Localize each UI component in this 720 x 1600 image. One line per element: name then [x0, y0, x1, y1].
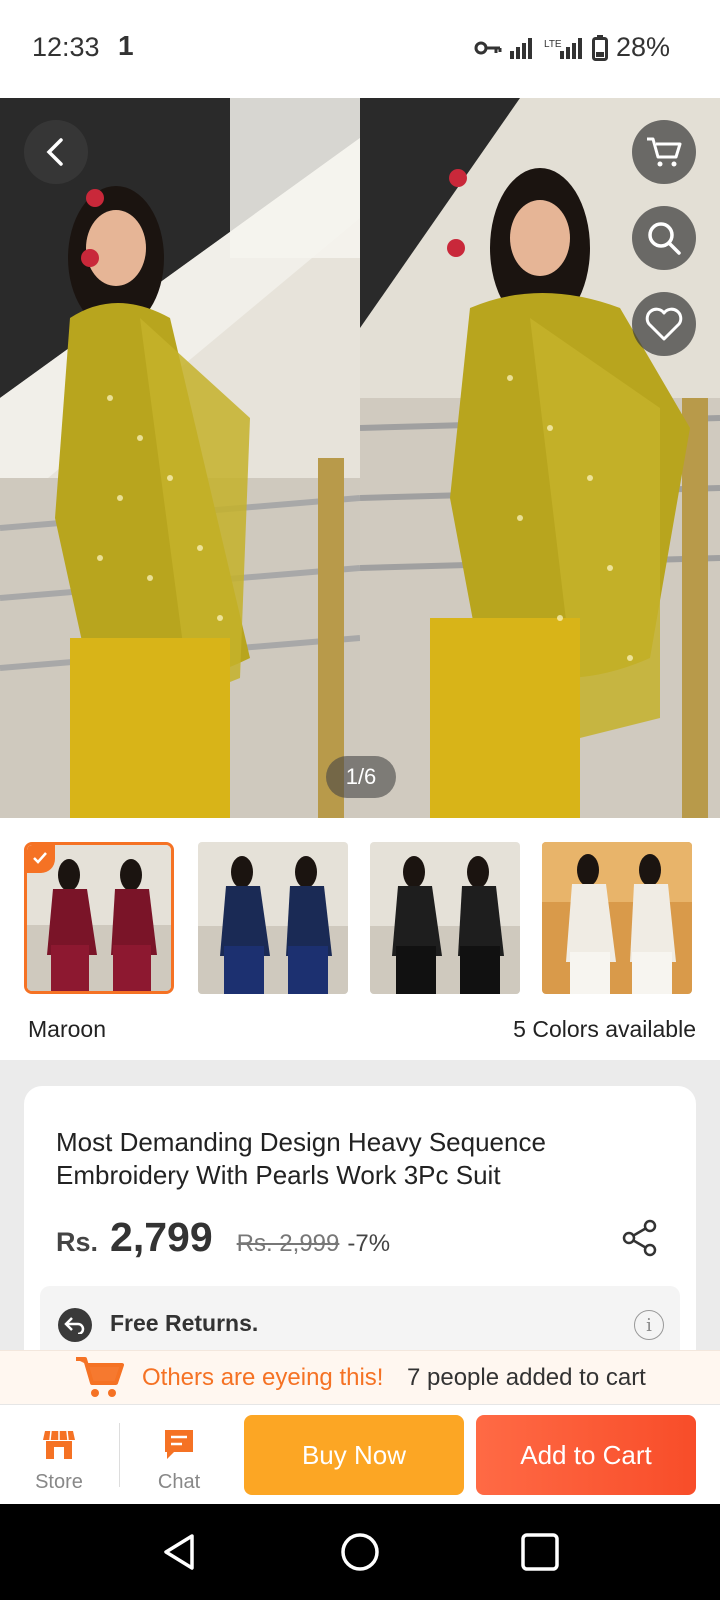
- chat-icon: [165, 1430, 193, 1459]
- status-indicator: 1: [118, 30, 134, 61]
- share-button[interactable]: [620, 1218, 660, 1258]
- wishlist-button[interactable]: [632, 292, 696, 356]
- social-proof-banner: Others are eyeing this! 7 people added t…: [0, 1350, 720, 1404]
- info-icon[interactable]: i: [634, 1310, 664, 1340]
- chat-label: Chat: [157, 1471, 201, 1493]
- lte-signal-icon: LTE: [544, 37, 582, 59]
- colors-available-link[interactable]: 5 Colors available: [513, 1016, 696, 1043]
- buy-now-button[interactable]: Buy Now: [244, 1415, 464, 1495]
- bottom-action-bar: Store Chat Buy Now Add to Cart: [0, 1404, 720, 1504]
- eyeing-count: 7 people added to cart: [407, 1364, 646, 1391]
- product-title: Most Demanding Design Heavy Sequence Emb…: [56, 1127, 546, 1190]
- original-price: Rs. 2,999: [236, 1230, 340, 1257]
- discount-badge: -7%: [347, 1230, 391, 1257]
- store-label: Store: [35, 1471, 83, 1493]
- status-time: 12:33: [32, 32, 100, 62]
- chat-button[interactable]: Chat: [120, 1405, 238, 1505]
- variant-thumb-white[interactable]: [542, 842, 692, 994]
- system-back-icon[interactable]: [158, 1530, 202, 1574]
- variant-thumb-maroon[interactable]: [24, 842, 174, 994]
- color-variants: Maroon 5 Colors available: [0, 818, 720, 1060]
- cart-button[interactable]: [632, 120, 696, 184]
- search-icon: [648, 222, 681, 255]
- price-currency: Rs.: [56, 1227, 99, 1257]
- shopping-cart-icon: [76, 1357, 124, 1397]
- back-arrow-icon: [46, 138, 63, 166]
- battery-icon: [591, 34, 608, 61]
- cart-icon: [647, 137, 682, 167]
- signal-icon: [509, 37, 532, 59]
- store-icon: [43, 1430, 75, 1459]
- price-row: Rs. 2,799 Rs. 2,999 -7%: [56, 1214, 390, 1261]
- add-to-cart-button[interactable]: Add to Cart: [476, 1415, 696, 1495]
- svg-text:LTE: LTE: [544, 39, 562, 50]
- variant-thumb-navy[interactable]: [198, 842, 348, 994]
- back-button[interactable]: [24, 120, 88, 184]
- image-counter: 1/6: [326, 756, 396, 798]
- share-icon: [622, 1219, 657, 1257]
- status-bar: 12:33 1 LTE 28%: [0, 0, 720, 98]
- heart-icon: [645, 307, 683, 341]
- product-photo-left: [0, 98, 360, 818]
- system-navigation-bar: [0, 1504, 720, 1600]
- selected-check-icon: [27, 845, 55, 873]
- product-info-card: Most Demanding Design Heavy Sequence Emb…: [24, 1086, 696, 1386]
- status-icons: LTE 28%: [474, 32, 670, 63]
- battery-percent: 28%: [615, 32, 670, 62]
- store-button[interactable]: Store: [0, 1405, 118, 1505]
- price-value: 2,799: [110, 1214, 213, 1260]
- free-returns-label: Free Returns.: [110, 1310, 259, 1336]
- system-recents-icon[interactable]: [518, 1530, 562, 1574]
- system-home-icon[interactable]: [338, 1530, 382, 1574]
- variant-thumb-black[interactable]: [370, 842, 520, 994]
- vpn-key-icon: [474, 41, 502, 54]
- search-button[interactable]: [632, 206, 696, 270]
- product-image-carousel[interactable]: 1/6: [0, 98, 720, 818]
- eyeing-highlight: Others are eyeing this!: [142, 1364, 384, 1391]
- selected-variant-label: Maroon: [28, 1016, 106, 1042]
- return-arrow-icon: [58, 1308, 92, 1342]
